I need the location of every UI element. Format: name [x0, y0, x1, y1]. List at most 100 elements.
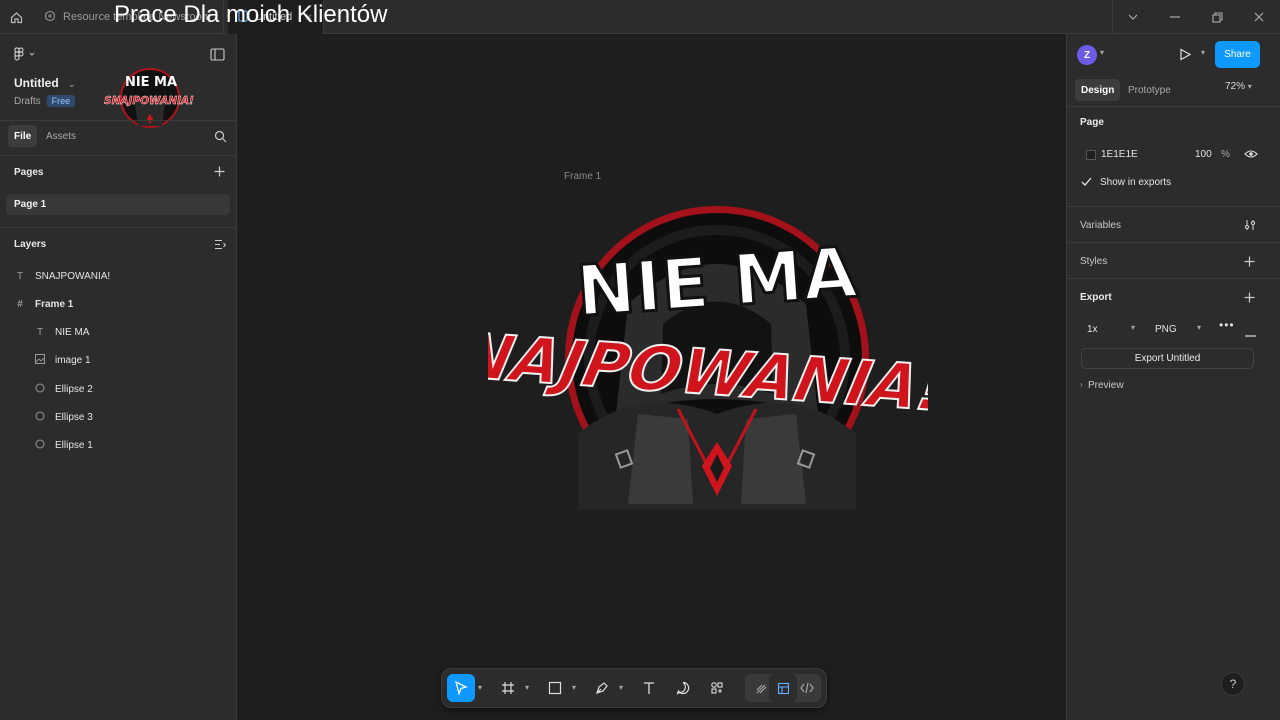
layer-name: Frame 1: [35, 298, 74, 310]
chevron-down-icon[interactable]: ▾: [619, 683, 623, 692]
chevron-right-icon[interactable]: ›: [1080, 380, 1083, 389]
checkbox-checked-icon[interactable]: [1081, 177, 1092, 190]
ellipse-icon: [34, 411, 46, 424]
help-button[interactable]: ?: [1221, 672, 1245, 696]
restore-icon[interactable]: [1196, 0, 1238, 34]
opacity-unit: %: [1221, 149, 1230, 160]
layer-row[interactable]: # Frame 1: [14, 294, 73, 314]
frame-icon: #: [17, 298, 23, 310]
share-button[interactable]: Share: [1215, 41, 1260, 68]
sidebar-toggle-icon[interactable]: [210, 48, 225, 64]
divider: [1067, 278, 1280, 279]
zoom-value: 72%: [1225, 81, 1246, 92]
text-icon: T: [36, 326, 44, 338]
draw-icon: [756, 684, 766, 693]
page-color-hex[interactable]: 1E1E1E: [1101, 149, 1138, 160]
comment-icon: [676, 681, 690, 695]
tab-design[interactable]: Design: [1075, 79, 1121, 101]
svg-text:NIE MA: NIE MA: [125, 75, 177, 90]
search-icon[interactable]: [214, 130, 227, 146]
mode-switch: [745, 674, 821, 702]
layer-name: SNAJPOWANIA!: [35, 270, 111, 282]
variables-title[interactable]: Variables: [1080, 220, 1121, 231]
comment-tool-button[interactable]: [669, 674, 697, 702]
design-canvas[interactable]: Frame 1 NIE MA SNAJPOWANIA!: [238, 34, 1066, 720]
export-scale-select[interactable]: 1x ▾: [1081, 319, 1141, 339]
frame-label[interactable]: Frame 1: [564, 171, 601, 182]
video-overlay-title: Prace Dla moich Klientów: [114, 1, 388, 28]
chevron-down-icon[interactable]: [1112, 0, 1154, 34]
divider: [1067, 242, 1280, 243]
pages-title: Pages: [14, 167, 44, 178]
close-window-icon[interactable]: [1238, 0, 1280, 34]
zoom-level[interactable]: 72% ▾: [1225, 81, 1252, 92]
page-color-swatch[interactable]: [1086, 150, 1096, 160]
tab-assets[interactable]: Assets: [40, 125, 82, 147]
add-page-icon[interactable]: [214, 166, 225, 180]
page-item-label: Page 1: [14, 199, 47, 210]
export-button[interactable]: Export Untitled: [1081, 348, 1254, 369]
text-icon: T: [16, 270, 24, 282]
resource-icon: [44, 10, 56, 25]
plan-badge: Free: [46, 95, 76, 107]
variables-adjust-icon[interactable]: [1244, 219, 1256, 234]
divider: [0, 120, 236, 121]
chevron-down-icon: ▾: [1247, 82, 1252, 91]
chevron-down-icon[interactable]: ▾: [572, 683, 576, 692]
remove-export-icon[interactable]: [1245, 328, 1256, 340]
frame-tool-button[interactable]: [494, 674, 522, 702]
styles-title: Styles: [1080, 256, 1108, 267]
page-item[interactable]: Page 1: [6, 194, 230, 215]
show-in-exports-label[interactable]: Show in exports: [1100, 177, 1171, 188]
layer-name: Ellipse 3: [55, 411, 93, 423]
more-options-icon[interactable]: •••: [1219, 318, 1235, 332]
shape-tool-button[interactable]: [541, 674, 569, 702]
right-sidebar: Z ▾ ▾ Share Design Prototype 72% ▾ Page …: [1066, 34, 1280, 720]
eye-icon[interactable]: [1244, 149, 1258, 162]
layer-name: image 1: [55, 354, 91, 366]
chevron-down-icon: ⌄: [68, 79, 76, 89]
actions-tool-button[interactable]: [703, 674, 731, 702]
bottom-toolbar: ▾ ▾ ▾ ▾: [441, 668, 827, 708]
chevron-down-icon[interactable]: ▾: [1100, 48, 1104, 57]
preview-toggle[interactable]: Preview: [1088, 380, 1124, 391]
title-bar: Resource template Newsroom Untitled × Pr…: [0, 0, 1280, 34]
chevron-down-icon[interactable]: ▾: [525, 683, 529, 692]
layer-row[interactable]: Ellipse 3: [34, 407, 93, 427]
file-name[interactable]: Untitled ⌄: [14, 76, 76, 90]
dev-mode-button[interactable]: [793, 674, 821, 702]
play-icon[interactable]: [1179, 48, 1192, 64]
figma-menu-icon[interactable]: [14, 47, 36, 64]
pen-tool-button[interactable]: [588, 674, 616, 702]
avatar[interactable]: Z: [1077, 45, 1097, 65]
layer-name: Ellipse 2: [55, 383, 93, 395]
chevron-down-icon: ▾: [1196, 323, 1201, 332]
layers-list-icon[interactable]: [214, 239, 226, 253]
layer-row[interactable]: image 1: [34, 350, 91, 370]
minimize-icon[interactable]: [1154, 0, 1196, 34]
move-tool-button[interactable]: [447, 674, 475, 702]
chevron-down-icon[interactable]: ▾: [478, 683, 482, 692]
tab-file[interactable]: File: [8, 125, 38, 147]
layer-row[interactable]: T SNAJPOWANIA!: [14, 266, 110, 286]
layer-row[interactable]: T NIE MA: [34, 322, 90, 342]
text-tool-button[interactable]: [635, 674, 663, 702]
home-icon[interactable]: [6, 7, 26, 27]
layer-row[interactable]: Ellipse 1: [34, 435, 93, 455]
layer-name: NIE MA: [55, 326, 90, 338]
file-location: Drafts Free: [14, 95, 76, 107]
divider: [0, 227, 236, 228]
frame-icon: [502, 682, 514, 694]
logo-artwork[interactable]: NIE MA SNAJPOWANIA!: [488, 184, 928, 514]
add-style-icon[interactable]: [1244, 256, 1255, 270]
drafts-label[interactable]: Drafts: [14, 96, 41, 107]
page-opacity[interactable]: 100: [1195, 149, 1212, 160]
layer-row[interactable]: Ellipse 2: [34, 379, 93, 399]
window-controls: [1112, 0, 1280, 34]
add-export-icon[interactable]: [1244, 292, 1255, 306]
ellipse-icon: [34, 383, 46, 396]
export-format-select[interactable]: PNG ▾: [1149, 319, 1207, 339]
layer-name: Ellipse 1: [55, 439, 93, 451]
tab-prototype[interactable]: Prototype: [1122, 79, 1177, 101]
chevron-down-icon[interactable]: ▾: [1201, 48, 1205, 57]
